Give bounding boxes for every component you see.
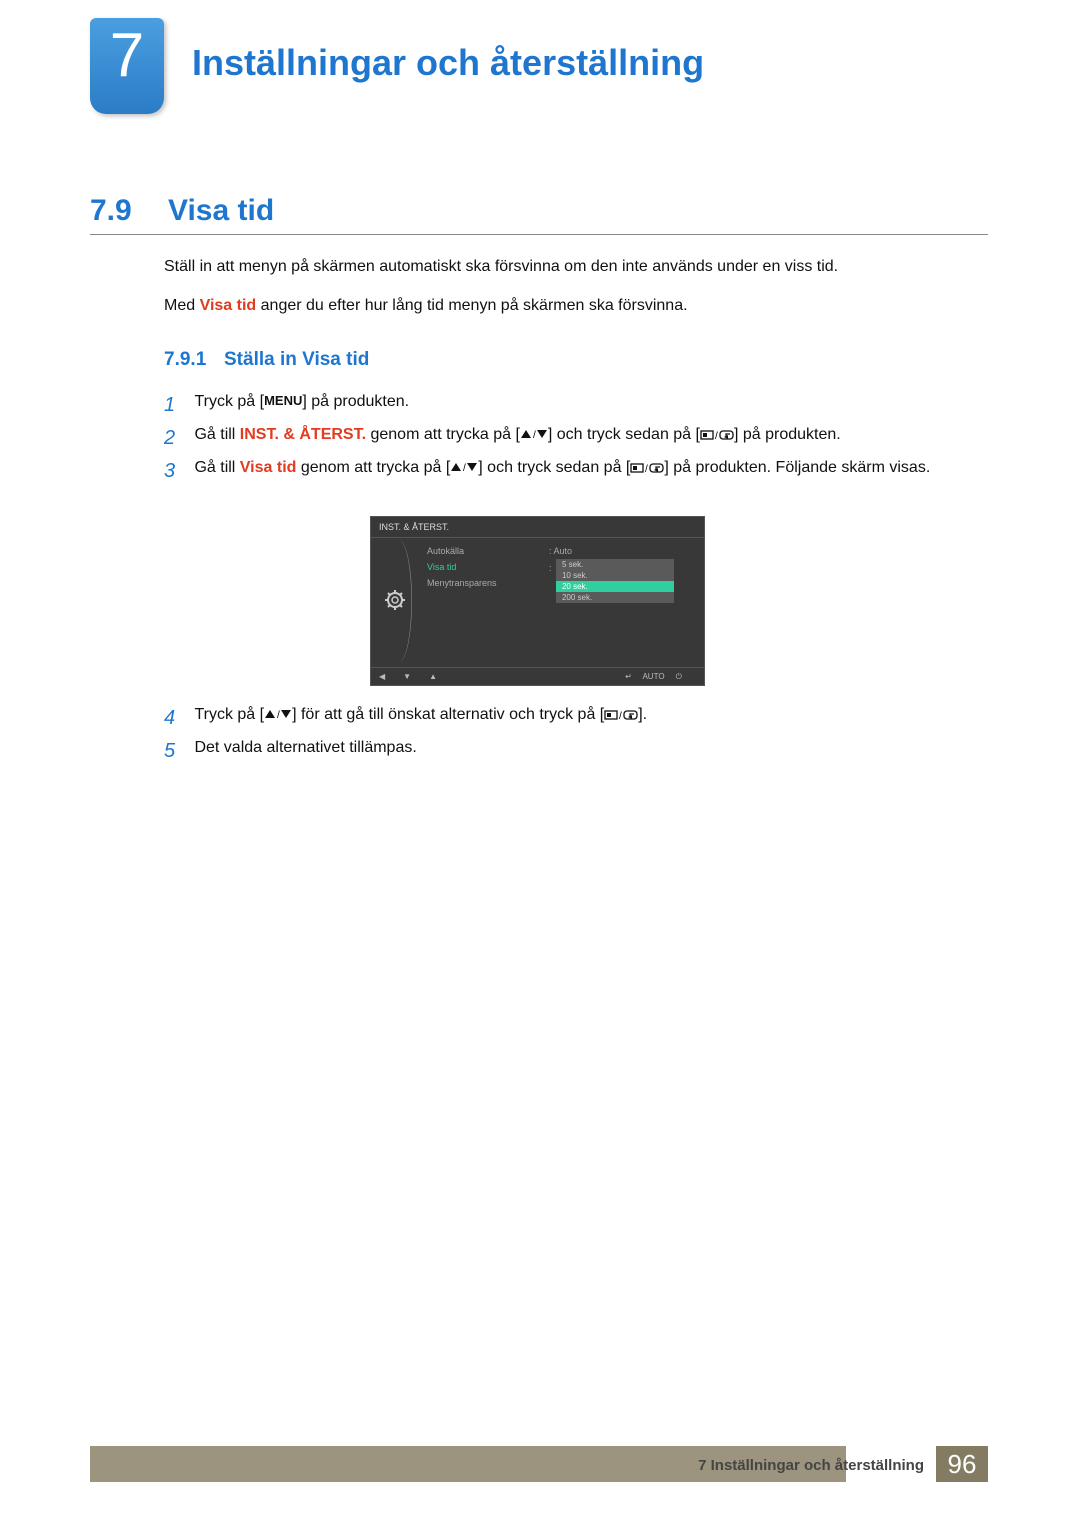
up-down-arrows-icon: / — [450, 462, 478, 473]
enter-icon: ↵ — [625, 672, 632, 681]
osd-value-auto: : Auto — [549, 546, 683, 556]
step-number: 3 — [164, 456, 190, 487]
osd-item-visa-tid: Visa tid — [427, 562, 497, 572]
subsection-number: 7.9.1 — [164, 349, 206, 371]
section-rule — [90, 234, 988, 235]
osd-item-autokalla: Autokälla — [427, 546, 497, 556]
footer-text: 7 Inställningar och återställning — [698, 1457, 924, 1474]
up-arrow-icon: ▲ — [429, 672, 437, 681]
down-arrow-icon: ▼ — [403, 672, 411, 681]
left-arrow-icon: ◀ — [379, 672, 385, 681]
section-number: 7.9 — [90, 194, 132, 228]
highlight-visa-tid: Visa tid — [200, 297, 257, 314]
step-5: 5 Det valda alternativet tillämpas. — [164, 736, 984, 767]
step-number: 4 — [164, 703, 190, 734]
svg-text:/: / — [463, 463, 466, 473]
source-enter-icon: / — [630, 462, 664, 474]
step-number: 2 — [164, 423, 190, 454]
osd-screenshot: INST. & ÅTERST. Autokälla Visa tid Menyt… — [370, 516, 705, 686]
svg-text:/: / — [277, 710, 280, 720]
chapter-tab: 7 — [90, 18, 164, 114]
osd-item-menytransparens: Menytransparens — [427, 578, 497, 588]
osd-option: 200 sek. — [556, 592, 674, 603]
svg-text:/: / — [619, 711, 622, 721]
source-enter-icon: / — [700, 429, 734, 441]
page-number-box: 96 — [936, 1446, 988, 1482]
highlight-visa-tid-2: Visa tid — [240, 459, 297, 476]
power-icon: ⏻ — [676, 672, 682, 681]
source-enter-icon: / — [604, 709, 638, 721]
step-1: 1 Tryck på [MENU] på produkten. — [164, 390, 984, 421]
osd-title: INST. & ÅTERST. — [371, 517, 704, 537]
menu-label-icon: MENU — [264, 393, 302, 408]
svg-text:/: / — [645, 464, 648, 474]
page-number: 96 — [948, 1449, 977, 1480]
step-2: 2 Gå till INST. & ÅTERST. genom att tryc… — [164, 423, 984, 454]
step-3: 3 Gå till Visa tid genom att trycka på [… — [164, 456, 984, 487]
gear-icon — [385, 590, 405, 610]
osd-footer: ◀ ▼ ▲ ↵ AUTO ⏻ — [371, 667, 704, 685]
subsection-title: Ställa in Visa tid — [224, 349, 369, 371]
up-down-arrows-icon: / — [520, 429, 548, 440]
svg-text:/: / — [715, 431, 718, 441]
osd-option: 10 sek. — [556, 570, 674, 581]
osd-option: 5 sek. — [556, 559, 674, 570]
osd-option-selected: 20 sek. — [556, 581, 674, 592]
section-title: Visa tid — [168, 194, 274, 228]
highlight-inst-aterst: INST. & ÅTERST. — [240, 426, 366, 443]
auto-label: AUTO — [642, 672, 664, 681]
step-4: 4 Tryck på [/] för att gå till önskat al… — [164, 703, 984, 734]
svg-text:/: / — [533, 430, 536, 440]
section-intro-1: Ställ in att menyn på skärmen automatisk… — [164, 258, 838, 276]
step-number: 1 — [164, 390, 190, 421]
chapter-title: Inställningar och återställning — [192, 42, 704, 84]
step-number: 5 — [164, 736, 190, 767]
section-intro-2: Med Visa tid anger du efter hur lång tid… — [164, 297, 688, 315]
up-down-arrows-icon: / — [264, 709, 292, 720]
chapter-number: 7 — [110, 20, 144, 91]
